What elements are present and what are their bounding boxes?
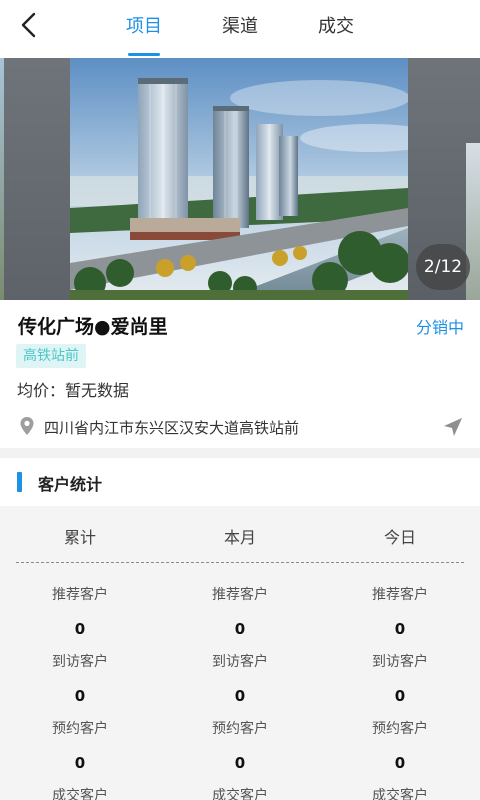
tab-deal[interactable]: 成交 xyxy=(318,12,354,38)
stat-label: 推荐客户 xyxy=(372,587,428,603)
stat-value: 0 xyxy=(394,754,406,772)
dashed-divider xyxy=(16,562,464,563)
active-tab-indicator xyxy=(128,53,160,56)
stat-value: 0 xyxy=(74,754,86,772)
stat-label: 成交客户 xyxy=(372,788,428,800)
stat-label: 成交客户 xyxy=(52,788,108,800)
column-header-total: 累计 xyxy=(63,528,96,547)
stat-cell: 成交客户 0 xyxy=(0,785,160,800)
tab-project[interactable]: 项目 xyxy=(126,12,162,38)
column-header-month: 本月 xyxy=(223,528,256,547)
project-tag: 高铁站前 xyxy=(16,344,86,368)
stat-cell: 到访客户 0 xyxy=(320,651,480,705)
tab-channel[interactable]: 渠道 xyxy=(222,12,258,38)
stat-label: 预约客户 xyxy=(212,721,268,737)
stat-cell: 预约客户 0 xyxy=(160,718,320,772)
stat-value: 0 xyxy=(234,687,246,705)
image-carousel[interactable] xyxy=(0,58,480,300)
carousel-page-counter: 2/12 xyxy=(416,244,470,290)
top-navigation-bar: 项目 渠道 成交 xyxy=(0,0,480,58)
stat-label: 推荐客户 xyxy=(212,587,268,603)
stat-label: 到访客户 xyxy=(52,654,108,670)
stat-cell: 预约客户 0 xyxy=(0,718,160,772)
price-value: 暂无数据 xyxy=(65,381,130,400)
project-address: 四川省内江市东兴区汉安大道高铁站前 xyxy=(44,419,300,437)
stat-value: 0 xyxy=(234,754,246,772)
column-header-today: 今日 xyxy=(383,528,416,547)
project-info-card: 传化广场●爱尚里 分销中 高铁站前 均价：暂无数据 四川省内江市东兴区汉安大道高… xyxy=(0,300,480,448)
stat-label: 到访客户 xyxy=(212,654,268,670)
stat-cell: 推荐客户 0 xyxy=(0,584,160,638)
stat-value: 0 xyxy=(234,620,246,638)
stat-cell: 预约客户 0 xyxy=(320,718,480,772)
stat-cell: 成交客户 0 xyxy=(160,785,320,800)
stat-label: 到访客户 xyxy=(372,654,428,670)
customer-stats-header: 客户统计 xyxy=(0,458,480,506)
stat-label: 成交客户 xyxy=(212,788,268,800)
stats-column-headers: 累计 本月 今日 xyxy=(0,506,480,562)
stat-value: 0 xyxy=(74,687,86,705)
tab-bar: 项目 渠道 成交 xyxy=(0,0,480,58)
section-title: 客户统计 xyxy=(38,475,103,494)
project-rendering-image xyxy=(70,58,408,300)
stat-cell: 到访客户 0 xyxy=(0,651,160,705)
section-accent-bar xyxy=(17,472,22,492)
location-pin-icon xyxy=(20,417,34,435)
status-badge: 分销中 xyxy=(415,318,464,337)
previous-slide-peek[interactable] xyxy=(0,58,70,300)
stat-value: 0 xyxy=(74,620,86,638)
stat-label: 推荐客户 xyxy=(52,587,108,603)
address-row[interactable]: 四川省内江市东兴区汉安大道高铁站前 xyxy=(0,410,480,446)
stat-label: 预约客户 xyxy=(52,721,108,737)
stat-value: 0 xyxy=(394,620,406,638)
navigation-arrow-icon[interactable] xyxy=(442,416,464,438)
price-label: 均价： xyxy=(17,381,66,400)
stat-label: 预约客户 xyxy=(372,721,428,737)
project-title: 传化广场●爱尚里 xyxy=(18,316,168,338)
stat-value: 0 xyxy=(394,687,406,705)
customer-stats-table: 累计 本月 今日 推荐客户 0 推荐客户 0 推荐客户 0 到访客户 0 到访客… xyxy=(0,506,480,800)
stat-cell: 推荐客户 0 xyxy=(160,584,320,638)
stat-cell: 成交客户 0 xyxy=(320,785,480,800)
average-price: 均价：暂无数据 xyxy=(17,377,129,401)
stat-cell: 推荐客户 0 xyxy=(320,584,480,638)
stat-cell: 到访客户 0 xyxy=(160,651,320,705)
